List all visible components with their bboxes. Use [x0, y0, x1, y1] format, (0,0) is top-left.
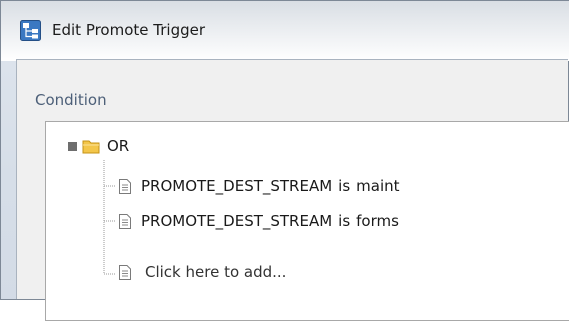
- document-icon: [119, 213, 131, 229]
- add-condition-item[interactable]: Click here to add...: [119, 260, 286, 284]
- rule-operator: is: [338, 177, 351, 195]
- title-bar: Edit Promote Trigger: [1, 1, 569, 61]
- rule-operator: is: [338, 212, 351, 230]
- document-icon: [119, 178, 131, 194]
- app-tree-icon: [20, 20, 41, 41]
- folder-icon: [82, 140, 100, 154]
- window-title: Edit Promote Trigger: [52, 21, 206, 39]
- add-condition-link[interactable]: Click here to add...: [145, 263, 286, 281]
- document-icon: [119, 264, 131, 280]
- edit-promote-trigger-window: Edit Promote Trigger Condition OR PROMOT…: [0, 0, 569, 321]
- collapse-icon[interactable]: [68, 141, 77, 151]
- condition-section-label: Condition: [35, 91, 107, 109]
- condition-rule[interactable]: PROMOTE_DEST_STREAM is forms: [119, 209, 399, 233]
- condition-tree[interactable]: OR PROMOTE_DEST_STREAM is maint PROMOTE_…: [45, 121, 569, 321]
- tree-root-node[interactable]: OR: [68, 134, 129, 158]
- root-operator-label: OR: [107, 137, 130, 155]
- rule-value: forms: [356, 212, 399, 230]
- rule-field: PROMOTE_DEST_STREAM: [141, 177, 333, 195]
- condition-rule[interactable]: PROMOTE_DEST_STREAM is maint: [119, 174, 400, 198]
- rule-field: PROMOTE_DEST_STREAM: [141, 212, 333, 230]
- rule-value: maint: [356, 177, 400, 195]
